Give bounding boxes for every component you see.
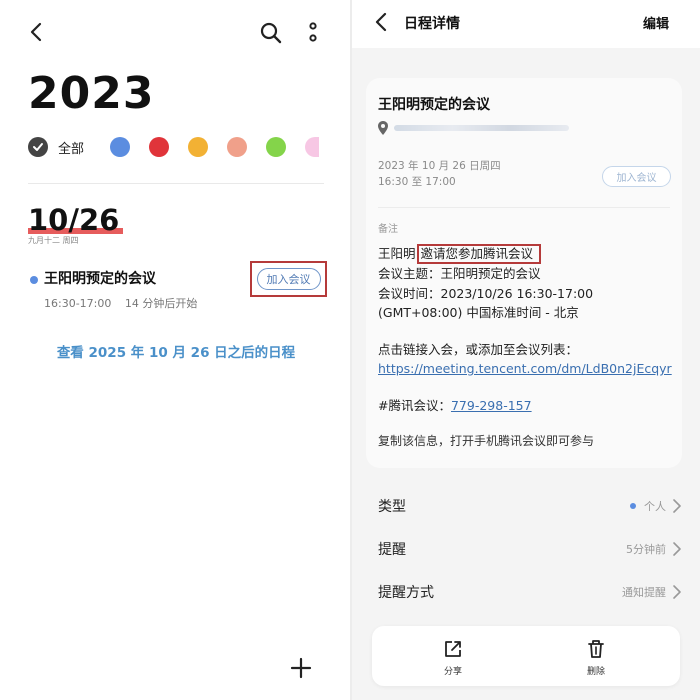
reminder-method-value: 通知提醒: [622, 586, 666, 599]
reminder-label: 提醒: [378, 542, 406, 558]
chevron-left-icon: [375, 12, 387, 32]
event-date: 2023 年 10 月 26 日周四: [378, 160, 501, 172]
event-detail-card: 王阳明预定的会议 2023 年 10 月 26 日周四 16:30 至 17:0…: [366, 78, 682, 468]
filter-color-blue[interactable]: [110, 137, 131, 157]
year-title: 2023: [28, 68, 155, 119]
event-title: 王阳明预定的会议: [378, 97, 490, 113]
color-filter-bar: 全部: [28, 133, 320, 161]
search-button[interactable]: [258, 20, 284, 46]
meeting-id-link[interactable]: 779-298-157: [451, 398, 532, 413]
link-prompt: 点击链接入会，或添加至会议列表：: [378, 341, 579, 357]
type-label: 类型: [378, 499, 406, 515]
more-vertical-icon: [309, 22, 317, 42]
type-row[interactable]: 类型 个人: [352, 486, 700, 528]
filter-all-label[interactable]: 全部: [58, 138, 84, 157]
trash-icon: [588, 640, 604, 658]
reminder-method-label: 提醒方式: [378, 585, 434, 601]
filter-color-pink[interactable]: [305, 137, 320, 157]
chevron-right-icon: [673, 499, 681, 513]
chevron-right-icon: [673, 585, 681, 599]
event-time: 16:30-17:00: [44, 297, 112, 310]
filter-all-check[interactable]: [28, 137, 48, 157]
meeting-link[interactable]: https://meeting.tencent.com/dm/LdB0n2jEc…: [378, 359, 678, 379]
meeting-id-line: #腾讯会议：779-298-157: [378, 397, 532, 413]
delete-label: 删除: [586, 667, 605, 677]
invite-highlight: 邀请您参加腾讯会议: [416, 244, 542, 264]
invite-line: 王阳明 邀请您参加腾讯会议: [378, 244, 678, 264]
event-countdown: 14 分钟后开始: [124, 297, 198, 310]
meeting-timezone: (GMT+08:00) 中国标准时间 - 北京: [378, 305, 579, 320]
reminder-row[interactable]: 提醒 5分钟前: [352, 529, 700, 571]
edit-button[interactable]: 编辑: [643, 13, 669, 32]
location-pin-icon: [378, 121, 388, 135]
event-subtitle: 16:30-17:00 14 分钟后开始: [44, 295, 207, 311]
copy-instruction: 复制该信息，打开手机腾讯会议即可参与: [378, 434, 595, 448]
add-event-button[interactable]: [283, 650, 319, 686]
meeting-topic: 会议主题：王阳明预定的会议: [378, 266, 541, 281]
event-notes: 王阳明 邀请您参加腾讯会议 会议主题：王阳明预定的会议 会议时间：2023/10/…: [378, 244, 678, 452]
event-datetime: 2023 年 10 月 26 日周四 16:30 至 17:00: [378, 158, 501, 190]
page-title: 日程详情: [404, 16, 460, 32]
back-button[interactable]: [374, 12, 392, 34]
filter-color-red[interactable]: [149, 137, 170, 157]
share-icon: [445, 641, 461, 657]
share-button[interactable]: 分享: [423, 638, 483, 677]
join-meeting-button[interactable]: 加入会议: [602, 166, 671, 187]
meeting-time: 会议时间：2023/10/26 16:30-17:00: [378, 285, 594, 301]
date-label: 10/26: [28, 203, 124, 237]
more-options-button[interactable]: [303, 20, 323, 46]
join-meeting-highlight: 加入会议: [250, 261, 327, 297]
filter-color-yellow[interactable]: [188, 137, 209, 157]
calendar-color-dot: [630, 503, 636, 509]
reminder-value: 5分钟前: [626, 543, 666, 556]
divider: [378, 207, 670, 208]
chevron-left-icon: [30, 22, 42, 42]
search-icon: [260, 22, 282, 44]
view-later-events-link[interactable]: 查看 2025 年 10 月 26 日之后的日程: [0, 341, 352, 361]
check-icon: [33, 143, 43, 151]
event-title: 王阳明预定的会议: [44, 271, 156, 287]
share-label: 分享: [443, 667, 462, 677]
type-value: 个人: [630, 498, 666, 514]
calendar-list-screen: 2023 全部 10/26 九月十二 周四 王阳明预定的会议 16:30-17:…: [0, 0, 352, 700]
filter-color-salmon[interactable]: [227, 137, 248, 157]
note-label: 备注: [378, 224, 398, 235]
delete-button[interactable]: 删除: [566, 638, 626, 677]
filter-color-green[interactable]: [266, 137, 287, 157]
chevron-right-icon: [673, 542, 681, 556]
bottom-action-bar: 分享 删除: [372, 626, 680, 686]
reminder-method-row[interactable]: 提醒方式 通知提醒: [352, 572, 700, 614]
divider: [28, 183, 324, 184]
date-header: 10/26 九月十二 周四: [28, 203, 124, 246]
plus-icon: [290, 657, 312, 679]
event-detail-screen: 日程详情 编辑 王阳明预定的会议 2023 年 10 月 26 日周四 16:3…: [352, 0, 700, 700]
join-meeting-button[interactable]: 加入会议: [256, 268, 321, 290]
location-redacted: [394, 125, 569, 131]
event-time-range: 16:30 至 17:00: [378, 176, 456, 188]
event-location: [378, 121, 588, 135]
event-color-dot: [30, 276, 38, 284]
detail-header: 日程详情 编辑: [352, 0, 700, 48]
back-button[interactable]: [24, 20, 48, 44]
